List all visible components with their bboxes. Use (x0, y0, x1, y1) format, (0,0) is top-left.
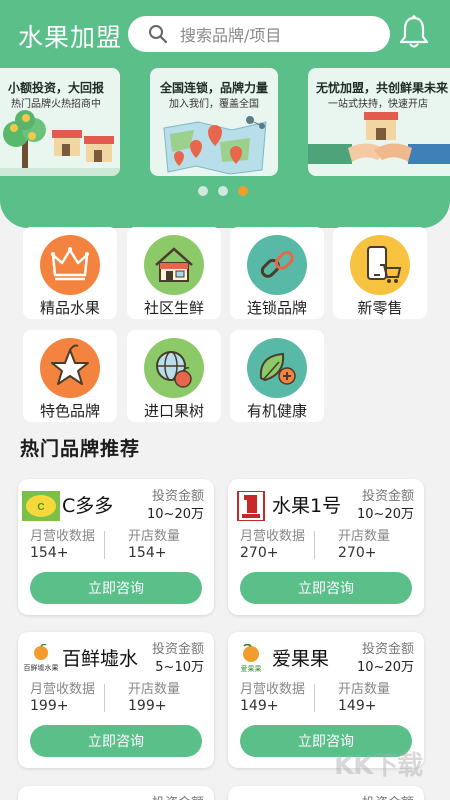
brand-card[interactable]: 百鲜墟水果 百鲜墟水 投资金额 5~10万 月营收数据 199+ 开店数量 19… (18, 632, 214, 768)
category-organic-health[interactable]: 有机健康 (230, 330, 324, 422)
carousel-indicator (198, 186, 248, 196)
banner-title: 小额投资，大回报 (7, 81, 104, 95)
stat-divider (104, 684, 105, 712)
brand-name: 百鲜墟水 (62, 648, 139, 670)
map-pins-illustration (163, 116, 267, 175)
stat-divider (104, 531, 105, 559)
invest-label: 投资金额 (361, 489, 414, 504)
brand-logo: 百鲜墟水果 (24, 644, 59, 672)
stores-value: 199+ (128, 698, 167, 714)
store-icon (144, 235, 204, 295)
category-new-retail[interactable]: 新零售 (333, 227, 427, 319)
carousel-dot[interactable] (218, 186, 228, 196)
brand-name: 爱果果 (272, 648, 330, 670)
brand-logo (237, 491, 265, 521)
brand-logo-text: 百鲜墟水果 (24, 663, 59, 672)
stores-label: 开店数量 (338, 682, 391, 697)
search-placeholder: 搜索品牌/项目 (180, 26, 282, 45)
stores-value: 270+ (338, 545, 377, 561)
invest-label: 投资金额 (362, 792, 414, 800)
svg-text:C: C (37, 502, 44, 513)
revenue-label: 月营收数据 (240, 529, 306, 544)
brand-logo-text: 爱果果 (241, 665, 262, 673)
category-label: 进口果树 (143, 402, 204, 420)
stores-value: 149+ (338, 698, 377, 714)
revenue-value: 199+ (30, 698, 69, 714)
banner-title: 全国连锁，品牌力量 (159, 81, 268, 95)
category-label: 新零售 (357, 299, 403, 317)
invest-value: 10~20万 (357, 660, 414, 675)
brand-name: 水果1号 (272, 495, 342, 517)
app-title: 水果加盟 (18, 23, 123, 52)
invest-value: 10~20万 (147, 507, 204, 522)
invest-label: 投资金额 (152, 792, 204, 800)
search-input[interactable]: 搜索品牌/项目 (128, 16, 390, 52)
category-label: 连锁品牌 (246, 299, 307, 317)
bell-icon[interactable] (398, 14, 430, 50)
globe-apple-icon (144, 338, 204, 398)
banner-card[interactable]: 小额投资，大回报 热门品牌火热招商中 (0, 68, 120, 176)
invest-label: 投资金额 (361, 642, 414, 657)
search-icon (149, 25, 168, 44)
category-label: 社区生鲜 (143, 299, 204, 317)
category-label: 特色品牌 (39, 402, 100, 420)
revenue-label: 月营收数据 (240, 682, 306, 697)
watermark: KK下载 (334, 751, 423, 781)
category-label: 精品水果 (39, 299, 100, 317)
category-specialty-brand[interactable]: 特色品牌 (23, 330, 117, 422)
stat-divider (314, 684, 315, 712)
leaf-plus-icon (247, 338, 307, 398)
handshake-illustration (308, 112, 450, 164)
section-title: 热门品牌推荐 (20, 438, 141, 460)
category-label: 有机健康 (246, 402, 307, 420)
stores-label: 开店数量 (128, 529, 181, 544)
consult-button[interactable]: 立即咨询 (30, 572, 202, 604)
invest-value: 10~20万 (357, 507, 414, 522)
revenue-label: 月营收数据 (30, 682, 96, 697)
brand-logo: C (22, 491, 60, 521)
brand-card[interactable]: 水果1号 投资金额 10~20万 月营收数据 270+ 开店数量 270+ 立即… (228, 479, 424, 615)
invest-label: 投资金额 (151, 489, 204, 504)
brand-card[interactable]: C C多多 投资金额 10~20万 月营收数据 154+ 开店数量 154+ 立… (18, 479, 214, 615)
revenue-label: 月营收数据 (30, 529, 96, 544)
brand-card-partial[interactable]: 投资金额 (18, 786, 214, 800)
consult-button[interactable]: 立即咨询 (30, 725, 202, 757)
brand-card-partial[interactable]: 投资金额 (228, 786, 424, 800)
revenue-value: 149+ (240, 698, 279, 714)
category-community-fresh[interactable]: 社区生鲜 (127, 227, 221, 319)
invest-label: 投资金额 (151, 642, 204, 657)
chain-link-icon (247, 235, 307, 295)
banner-carousel[interactable]: 小额投资，大回报 热门品牌火热招商中 全国连锁，品牌力量 加入我们，覆盖全国 无… (0, 68, 450, 178)
banner-card[interactable]: 全国连锁，品牌力量 加入我们，覆盖全国 (150, 68, 278, 176)
stores-label: 开店数量 (128, 682, 181, 697)
stores-value: 154+ (128, 545, 167, 561)
revenue-value: 270+ (240, 545, 279, 561)
consult-button[interactable]: 立即咨询 (240, 572, 412, 604)
carousel-dot[interactable] (198, 186, 208, 196)
revenue-value: 154+ (30, 545, 69, 561)
banner-title: 无忧加盟，共创鲜果未来 (316, 81, 449, 95)
brand-logo: 爱果果 (241, 644, 262, 673)
carousel-dot-active[interactable] (238, 186, 248, 196)
banner-card[interactable]: 无忧加盟，共创鲜果未来 一站式扶持，快速开店 (308, 68, 450, 176)
phone-cart-icon (350, 235, 410, 295)
category-jingpin-fruit[interactable]: 精品水果 (23, 227, 117, 319)
money-tree-illustration (0, 110, 120, 176)
invest-value: 5~10万 (155, 660, 204, 675)
brand-name: C多多 (62, 495, 114, 517)
crown-icon (40, 235, 100, 295)
stat-divider (314, 531, 315, 559)
star-fruit-icon (40, 338, 100, 398)
category-imported-trees[interactable]: 进口果树 (127, 330, 221, 422)
category-chain-brand[interactable]: 连锁品牌 (230, 227, 324, 319)
stores-label: 开店数量 (338, 529, 391, 544)
